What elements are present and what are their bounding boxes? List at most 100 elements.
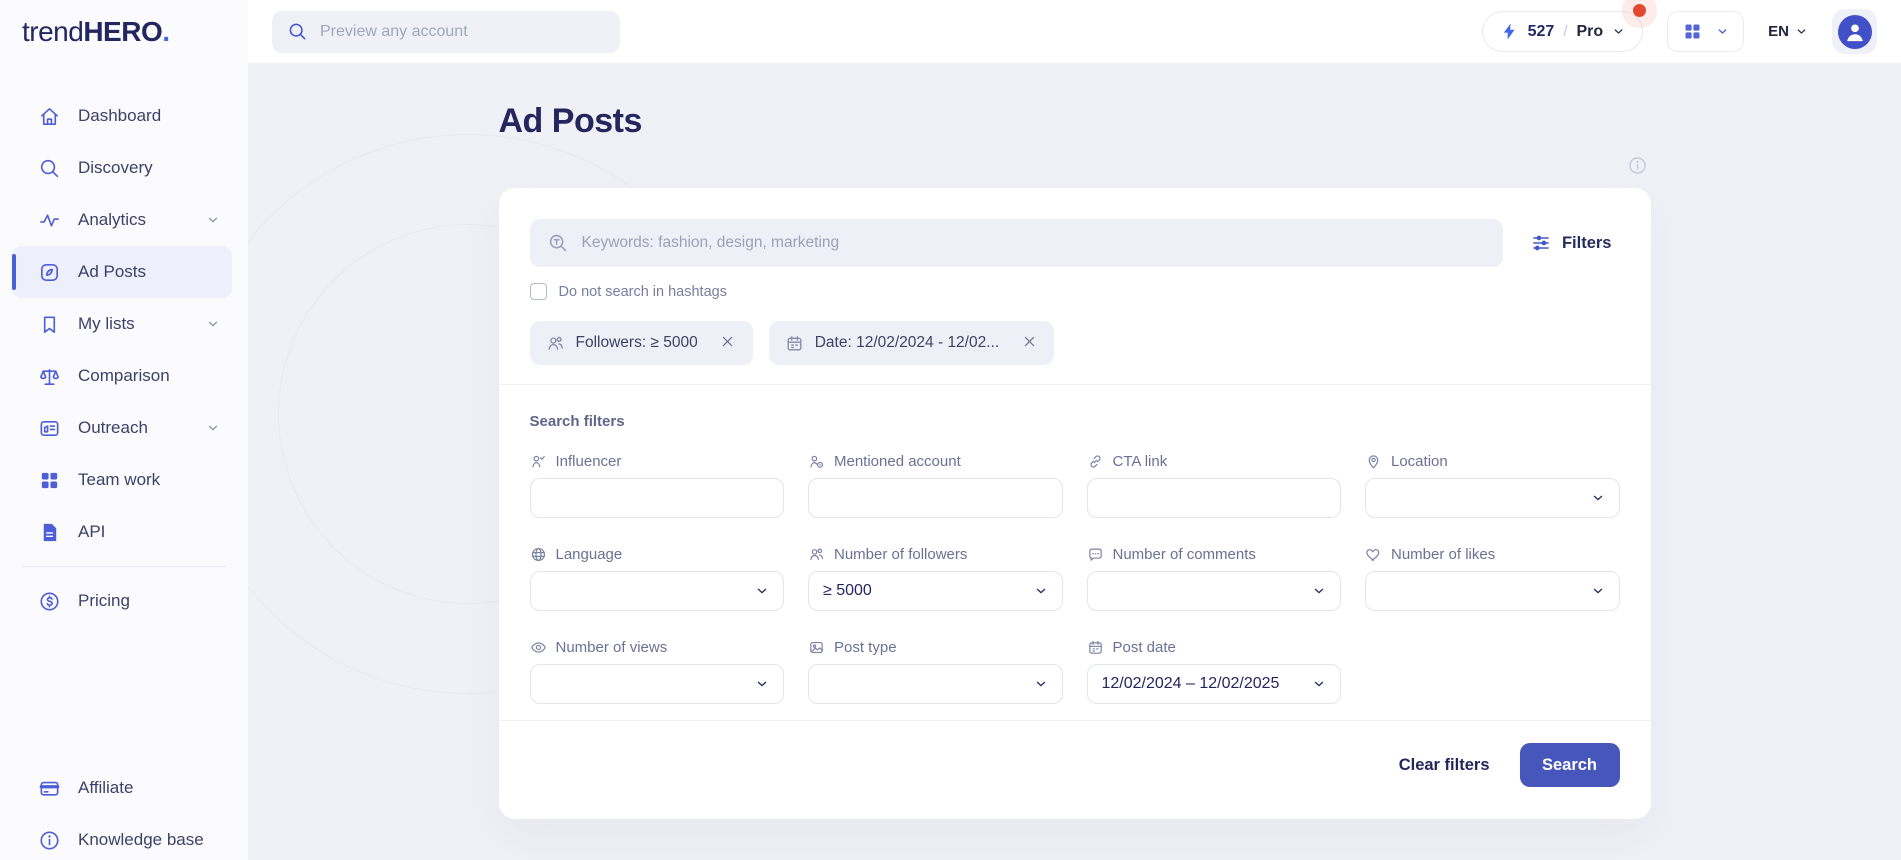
filter-control[interactable] xyxy=(808,664,1063,704)
filter-control[interactable]: ≥ 5000 xyxy=(808,571,1063,611)
chip-close-button[interactable] xyxy=(1009,321,1049,365)
chevron-down-icon xyxy=(1312,677,1326,691)
filter-field-number-of-comments: Number of comments xyxy=(1087,545,1342,611)
keyword-search-icon xyxy=(547,232,569,254)
sidebar-item-comparison[interactable]: Comparison xyxy=(0,350,248,402)
hashtag-checkbox[interactable] xyxy=(530,283,547,300)
sidebar-footer: Affiliate Knowledge base xyxy=(0,762,248,860)
search-filters-heading: Search filters xyxy=(530,413,1620,430)
brand-dot: . xyxy=(162,16,169,48)
keywords-search[interactable] xyxy=(530,219,1503,267)
sidebar-item-pricing[interactable]: Pricing xyxy=(0,575,248,627)
bookmark-icon xyxy=(38,313,61,336)
sidebar-item-affiliate[interactable]: Affiliate xyxy=(0,762,248,814)
sidebar-item-label: Comparison xyxy=(78,366,170,386)
app-root: trendHERO. Dashboard Discovery Analytics xyxy=(0,0,1901,860)
page-title: Ad Posts xyxy=(499,102,1651,141)
chevron-down-icon xyxy=(1034,677,1048,691)
info-circle-icon xyxy=(38,829,61,852)
apps-grid-icon xyxy=(1682,21,1703,42)
divider xyxy=(499,720,1651,721)
sidebar-item-dashboard[interactable]: Dashboard xyxy=(0,90,248,142)
eye-icon xyxy=(530,639,547,656)
sidebar-item-label: Discovery xyxy=(78,158,153,178)
filter-field-cta-link: CTA link xyxy=(1087,452,1342,518)
sidebar: trendHERO. Dashboard Discovery Analytics xyxy=(0,0,248,860)
chevron-down-icon xyxy=(1716,25,1729,38)
chevron-down-icon xyxy=(1612,25,1625,38)
followers-icon xyxy=(546,334,565,353)
filter-control[interactable] xyxy=(1087,571,1342,611)
dollar-circle-icon xyxy=(38,590,61,613)
brand-name-regular: trend xyxy=(22,16,83,48)
credits-count: 527 xyxy=(1528,23,1555,41)
sidebar-item-label: API xyxy=(78,522,105,542)
filter-field-label: Number of likes xyxy=(1365,545,1620,563)
filter-control[interactable] xyxy=(1365,571,1620,611)
account-search-input[interactable] xyxy=(320,23,605,41)
filter-control[interactable] xyxy=(530,478,785,518)
image-icon xyxy=(808,639,825,656)
sidebar-item-label: Outreach xyxy=(78,418,148,438)
sliders-icon xyxy=(1531,233,1551,253)
language-dropdown[interactable]: EN xyxy=(1768,23,1808,40)
hashtag-checkbox-row: Do not search in hashtags xyxy=(530,283,1620,300)
close-icon xyxy=(720,334,735,352)
account-search[interactable] xyxy=(272,11,620,53)
keywords-input[interactable] xyxy=(582,234,1486,252)
sidebar-item-team-work[interactable]: Team work xyxy=(0,454,248,506)
filter-field-label: Language xyxy=(530,545,785,563)
heart-icon xyxy=(1365,546,1382,563)
sidebar-item-outreach[interactable]: Outreach xyxy=(0,402,248,454)
filters-button[interactable]: Filters xyxy=(1531,233,1612,253)
sidebar-item-analytics[interactable]: Analytics xyxy=(0,194,248,246)
filter-control[interactable] xyxy=(530,664,785,704)
notification-dot xyxy=(1633,4,1646,17)
clear-filters-button[interactable]: Clear filters xyxy=(1399,756,1490,775)
apps-dropdown[interactable] xyxy=(1667,11,1744,52)
filter-chip: Date: 12/02/2024 - 12/02... xyxy=(769,321,1054,365)
active-filter-chips: Followers: ≥ 5000 Date: 12/02/2024 - 12/… xyxy=(530,321,1620,365)
filter-control[interactable] xyxy=(808,478,1063,518)
search-button[interactable]: Search xyxy=(1520,743,1620,787)
chevron-down-icon xyxy=(206,213,220,227)
scales-icon xyxy=(38,365,61,388)
sidebar-item-knowledge-base[interactable]: Knowledge base xyxy=(0,814,248,860)
filter-value: ≥ 5000 xyxy=(823,582,872,600)
sidebar-item-discovery[interactable]: Discovery xyxy=(0,142,248,194)
grid-icon xyxy=(38,469,61,492)
filter-field-mentioned-account: Mentioned account xyxy=(808,452,1063,518)
topbar-right: 527 / Pro EN xyxy=(1482,9,1877,54)
topbar: 527 / Pro EN xyxy=(248,0,1901,64)
bolt-icon xyxy=(1500,22,1519,41)
chip-close-button[interactable] xyxy=(708,321,748,365)
info-icon[interactable] xyxy=(1627,155,1648,176)
followers-icon xyxy=(808,546,825,563)
mail-icon xyxy=(38,417,61,440)
sidebar-item-api[interactable]: API xyxy=(0,506,248,558)
filter-field-label: Mentioned account xyxy=(808,452,1063,470)
filter-control[interactable] xyxy=(530,571,785,611)
filter-chip-label: Date: 12/02/2024 - 12/02... xyxy=(815,334,999,352)
link-icon xyxy=(1087,453,1104,470)
credits-separator: / xyxy=(1563,23,1567,40)
plan-label: Pro xyxy=(1576,23,1603,41)
filter-control[interactable]: 12/02/2024 – 12/02/2025 xyxy=(1087,664,1342,704)
person-icon xyxy=(1844,16,1866,48)
globe-icon xyxy=(530,546,547,563)
brand-logo[interactable]: trendHERO. xyxy=(0,0,248,64)
user-menu[interactable] xyxy=(1832,9,1877,54)
credits-plan-dropdown[interactable]: 527 / Pro xyxy=(1482,11,1644,52)
chevron-down-icon xyxy=(755,677,769,691)
sidebar-item-my-lists[interactable]: My lists xyxy=(0,298,248,350)
filter-field-label: Influencer xyxy=(530,452,785,470)
filter-control[interactable] xyxy=(1087,478,1342,518)
filter-field-number-of-followers: Number of followers ≥ 5000 xyxy=(808,545,1063,611)
chevron-down-icon xyxy=(1591,491,1605,505)
sidebar-item-ad-posts[interactable]: Ad Posts xyxy=(12,246,232,298)
filter-field-label: Number of comments xyxy=(1087,545,1342,563)
person-at-icon xyxy=(808,453,825,470)
pulse-icon xyxy=(38,209,61,232)
chevron-down-icon xyxy=(1312,584,1326,598)
filter-control[interactable] xyxy=(1365,478,1620,518)
